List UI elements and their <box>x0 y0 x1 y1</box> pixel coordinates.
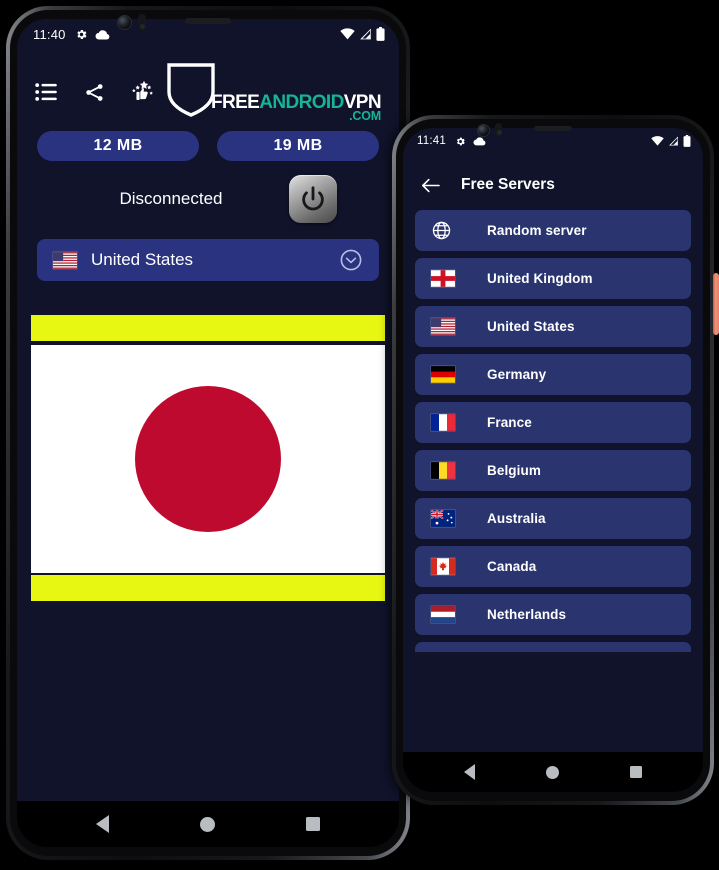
france-flag-icon <box>431 414 465 431</box>
shield-icon <box>165 62 217 123</box>
server-row-australia[interactable]: Australia <box>415 498 691 539</box>
usa-flag-icon <box>53 251 77 269</box>
phone-bezel-right: 11:41 Free Servers Random server United … <box>396 119 710 801</box>
globe-icon <box>431 220 465 241</box>
status-bar-right: 11:41 <box>403 128 703 154</box>
home-nav-icon[interactable] <box>199 816 215 832</box>
connection-row: Disconnected <box>17 161 399 223</box>
download-stat-pill[interactable]: 12 MB <box>37 131 199 161</box>
settings-gear-icon <box>75 28 88 41</box>
status-bar-notification-icons <box>75 28 110 41</box>
power-side-button[interactable] <box>713 273 719 335</box>
canada-flag-icon <box>431 558 465 575</box>
australia-flag-icon <box>431 510 465 527</box>
recents-nav-icon[interactable] <box>305 817 320 831</box>
server-row-random[interactable]: Random server <box>415 210 691 251</box>
server-row-france[interactable]: France <box>415 402 691 443</box>
settings-gear-icon <box>455 136 466 147</box>
brand-android: ANDROID <box>259 91 344 113</box>
upload-stat-pill[interactable]: 19 MB <box>217 131 379 161</box>
usa-flag-icon <box>431 318 465 335</box>
server-name: Random server <box>487 223 587 238</box>
server-name: Germany <box>487 367 547 382</box>
status-bar-time: 11:41 <box>417 135 446 147</box>
servers-toolbar: Free Servers <box>403 160 703 210</box>
brand-com: .COM <box>349 109 381 123</box>
wifi-icon <box>340 28 355 40</box>
server-name: Netherlands <box>487 607 567 622</box>
cellular-signal-icon <box>668 136 679 146</box>
traffic-stats-row: 12 MB 19 MB <box>17 123 399 161</box>
list-menu-icon[interactable] <box>33 79 59 105</box>
server-row-belgium[interactable]: Belgium <box>415 450 691 491</box>
page-title: Free Servers <box>461 176 555 193</box>
japan-flag-disc <box>135 386 281 532</box>
server-row-netherlands[interactable]: Netherlands <box>415 594 691 635</box>
share-icon[interactable] <box>81 79 107 105</box>
vpn-main-screen: FREEANDROIDVPN .COM 12 MB 19 MB Disconne… <box>17 49 399 801</box>
power-button[interactable] <box>289 175 337 223</box>
toolbar-actions <box>33 79 155 105</box>
germany-flag-icon <box>431 366 465 383</box>
phone-device-left: 11:40 FREEANDROIDVPN .COM 12 MB 19 MB Di… <box>6 6 410 860</box>
belgium-flag-icon <box>431 462 465 479</box>
country-selector[interactable]: United States <box>37 239 379 281</box>
status-bar-left: 11:40 <box>17 19 399 49</box>
phone-bezel-left: 11:40 FREEANDROIDVPN .COM 12 MB 19 MB Di… <box>10 10 406 856</box>
server-row-united-states[interactable]: United States <box>415 306 691 347</box>
wifi-icon <box>651 136 664 146</box>
phone-device-right: 11:41 Free Servers Random server United … <box>392 115 719 805</box>
ad-bottom-yellow-bar[interactable] <box>31 575 385 601</box>
ad-banner-area <box>17 315 399 601</box>
battery-icon <box>376 27 385 41</box>
server-name: Belgium <box>487 463 541 478</box>
server-row-germany[interactable]: Germany <box>415 354 691 395</box>
cloud-icon <box>473 136 486 146</box>
chevron-down-circle-icon[interactable] <box>339 248 363 272</box>
free-servers-screen: Free Servers Random server United Kingdo… <box>403 154 703 752</box>
server-name: United Kingdom <box>487 271 593 286</box>
brand-free: FREE <box>210 91 260 113</box>
back-arrow-icon[interactable] <box>419 174 441 196</box>
brand-logo: FREEANDROIDVPN .COM <box>165 62 387 123</box>
back-nav-icon[interactable] <box>96 815 110 833</box>
cloud-icon <box>95 29 110 40</box>
server-name: United States <box>487 319 575 334</box>
server-name: France <box>487 415 532 430</box>
rate-us-icon[interactable] <box>129 79 155 105</box>
server-row-canada[interactable]: Canada <box>415 546 691 587</box>
server-row-united-kingdom[interactable]: United Kingdom <box>415 258 691 299</box>
status-bar-system-icons <box>340 27 385 41</box>
ad-top-yellow-bar[interactable] <box>31 315 385 341</box>
android-navbar-left <box>17 801 399 847</box>
connection-status-label: Disconnected <box>119 189 223 208</box>
cellular-signal-icon <box>359 28 372 40</box>
selected-country-label: United States <box>91 250 194 269</box>
server-name: Canada <box>487 559 537 574</box>
phone-screen-left: 11:40 FREEANDROIDVPN .COM 12 MB 19 MB Di… <box>17 19 399 847</box>
android-navbar-right <box>403 752 703 792</box>
battery-icon <box>683 135 691 147</box>
status-bar-time: 11:40 <box>33 26 66 42</box>
home-nav-icon[interactable] <box>545 765 559 779</box>
back-nav-icon[interactable] <box>464 764 476 780</box>
status-bar-system-icons <box>651 135 691 147</box>
brand-wordmark: FREEANDROIDVPN .COM <box>210 91 382 123</box>
japan-flag-banner[interactable] <box>31 345 385 573</box>
screenshot-stage: 11:40 FREEANDROIDVPN .COM 12 MB 19 MB Di… <box>0 0 719 870</box>
recents-nav-icon[interactable] <box>629 766 642 778</box>
netherlands-flag-icon <box>431 606 465 623</box>
status-bar-notification-icons <box>455 136 486 147</box>
england-flag-icon <box>431 270 465 287</box>
server-name: Australia <box>487 511 546 526</box>
server-row-next-partial[interactable] <box>415 642 691 652</box>
server-list: Random server United Kingdom United Stat… <box>403 210 703 752</box>
app-toolbar: FREEANDROIDVPN .COM <box>17 61 399 123</box>
phone-screen-right: 11:41 Free Servers Random server United … <box>403 128 703 792</box>
